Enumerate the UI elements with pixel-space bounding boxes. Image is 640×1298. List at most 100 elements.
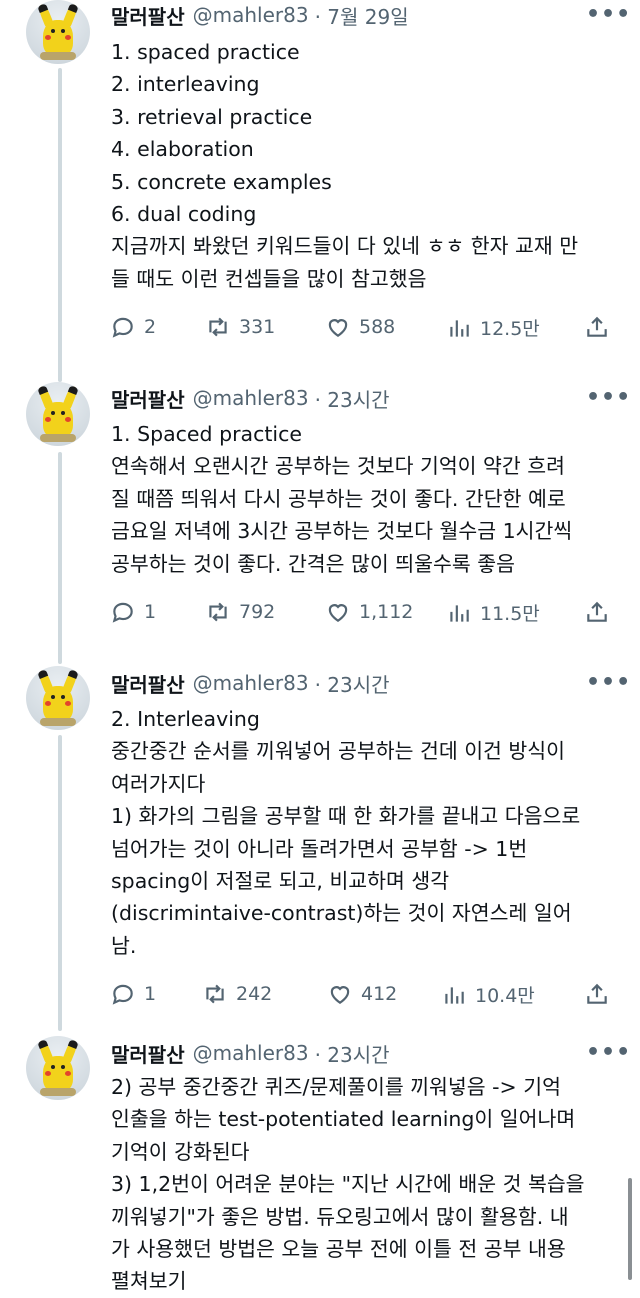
views-icon [445, 986, 464, 1004]
text-line: 끼워넣기"가 좋은 방법. 듀오링고에서 많이 활용함. 내 [111, 1204, 569, 1229]
heart-icon [328, 604, 348, 622]
share-icon [587, 983, 607, 1004]
reply-button[interactable]: 1 [110, 599, 156, 625]
timestamp[interactable]: · 23시간 [315, 384, 390, 413]
text-line: spacing이 저절로 되고, 비교하며 생각 [111, 869, 450, 894]
retweet-icon [209, 602, 227, 622]
text-line: 넘어가는 것이 아니라 돌려가면서 공부함 -> 1번 [111, 836, 528, 861]
text-line: 2. interleaving [111, 72, 260, 97]
timestamp[interactable]: · 23시간 [315, 669, 390, 698]
text-line: 3) 1,2번이 어려운 분야는 "지난 시간에 배운 것 복습을 [111, 1172, 585, 1197]
reply-count: 2 [144, 316, 157, 338]
share-button[interactable] [584, 981, 610, 1007]
action-bar: 1 792 1,112 11.5만 [0, 599, 640, 631]
like-count: 588 [359, 316, 396, 338]
display-name[interactable]: 말러팔산 [111, 1, 185, 30]
tweet-header: 말러팔산 @mahler83 · 7월 29일 [111, 0, 409, 30]
action-bar: 2 331 588 12.5만 [0, 314, 640, 346]
retweet-count: 792 [239, 601, 276, 623]
reply-icon [112, 317, 133, 338]
tweet-text: 1. Spaced practice 연속해서 오랜시간 공부하는 것보다 기억… [111, 418, 616, 580]
tweet-text: 2. Interleaving 중간중간 순서를 끼워넣어 공부하는 건데 이건… [111, 703, 616, 962]
text-line: 연속해서 오랜시간 공부하는 것보다 기억이 약간 흐려 [111, 454, 566, 479]
share-icon [587, 601, 607, 622]
heart-icon [328, 319, 348, 337]
views-button[interactable]: 11.5만 [446, 599, 540, 626]
text-line: 3. retrieval practice [111, 104, 313, 129]
timestamp[interactable]: · 7월 29일 [315, 1, 409, 30]
like-button[interactable]: 588 [325, 314, 395, 340]
view-count: 11.5만 [480, 603, 540, 625]
tweet-text: 1. spaced practice 2. interleaving 3. re… [111, 36, 616, 295]
like-button[interactable]: 412 [327, 981, 397, 1007]
text-line: 공부하는 것이 좋다. 간격은 많이 띄울수록 좋음 [111, 551, 515, 576]
text-line: 여러가지다 [111, 771, 206, 796]
retweet-button[interactable]: 331 [205, 314, 275, 340]
text-line: 2. Interleaving [111, 707, 260, 731]
avatar[interactable] [26, 0, 90, 64]
avatar[interactable] [26, 1036, 90, 1100]
views-button[interactable]: 12.5만 [446, 314, 540, 341]
text-line: 중간중간 순서를 끼워넣어 공부하는 건데 이건 방식이 [111, 739, 566, 764]
avatar[interactable] [26, 666, 90, 730]
reply-count: 1 [144, 601, 157, 623]
text-line: (discrimintaive-contrast)하는 것이 자연스레 일어 [111, 901, 572, 926]
text-line: 6. dual coding [111, 202, 257, 227]
action-bar: 1 242 412 10.4만 [0, 981, 640, 1013]
reply-button[interactable]: 1 [110, 981, 156, 1007]
user-handle[interactable]: @mahler83 [193, 386, 309, 410]
text-line: 인출을 하는 test-potentiated learning이 일어나며 [111, 1107, 576, 1132]
text-line: 4. elaboration [111, 137, 254, 162]
text-line: 1. Spaced practice [111, 422, 302, 446]
text-line: 5. concrete examples [111, 169, 332, 194]
retweet-button[interactable]: 792 [205, 599, 275, 625]
like-button[interactable]: 1,112 [325, 599, 413, 625]
retweet-count: 331 [239, 316, 276, 338]
reply-icon [112, 984, 133, 1005]
reply-count: 1 [144, 983, 157, 1005]
like-count: 1,112 [359, 601, 414, 623]
more-options-icon[interactable]: ••• [586, 2, 631, 27]
text-line: 가 사용했던 방법은 오늘 공부 전에 이틀 전 공부 내용 [111, 1237, 566, 1262]
display-name[interactable]: 말러팔산 [111, 669, 185, 698]
display-name[interactable]: 말러팔산 [111, 1039, 185, 1068]
reply-button[interactable]: 2 [110, 314, 156, 340]
retweet-icon [209, 317, 227, 337]
views-button[interactable]: 10.4만 [441, 981, 535, 1008]
view-count: 10.4만 [475, 985, 535, 1007]
retweet-count: 242 [236, 983, 273, 1005]
view-count: 12.5만 [480, 318, 540, 340]
scrollbar[interactable] [628, 1178, 632, 1280]
reply-icon [112, 602, 133, 623]
like-count: 412 [361, 983, 398, 1005]
text-line: 펼쳐보기 [111, 1269, 187, 1294]
views-icon [450, 604, 469, 622]
user-handle[interactable]: @mahler83 [193, 1041, 309, 1065]
text-line: 금요일 저녁에 3시간 공부하는 것보다 월수금 1시간씩 [111, 519, 573, 544]
more-options-icon[interactable]: ••• [586, 670, 631, 695]
retweet-button[interactable]: 242 [202, 981, 272, 1007]
user-handle[interactable]: @mahler83 [193, 3, 309, 27]
tweet-header: 말러팔산 @mahler83 · 23시간 [111, 383, 390, 413]
text-line: 질 때쯤 띄워서 다시 공부하는 것이 좋다. 간단한 예로 [111, 486, 566, 511]
text-line: 1) 화가의 그림을 공부할 때 한 화가를 끝내고 다음으로 [111, 804, 581, 829]
text-line: 남. [111, 933, 137, 958]
share-button[interactable] [584, 314, 610, 340]
tweet-header: 말러팔산 @mahler83 · 23시간 [111, 668, 390, 698]
more-options-icon[interactable]: ••• [586, 385, 631, 410]
more-options-icon[interactable]: ••• [586, 1040, 631, 1065]
display-name[interactable]: 말러팔산 [111, 384, 185, 413]
text-line: 2) 공부 중간중간 퀴즈/문제풀이를 끼워넣음 -> 기억 [111, 1075, 561, 1099]
views-icon [450, 319, 469, 337]
text-line: 기억이 강화된다 [111, 1139, 250, 1164]
heart-icon [330, 986, 350, 1004]
text-line: 1. spaced practice [111, 40, 300, 64]
avatar[interactable] [26, 382, 90, 446]
share-button[interactable] [584, 599, 610, 625]
text-line: 들 때도 이런 컨셉들을 많이 참고했음 [111, 266, 427, 291]
retweet-icon [206, 984, 224, 1004]
share-icon [587, 316, 607, 337]
tweet-text: 2) 공부 중간중간 퀴즈/문제풀이를 끼워넣음 -> 기억 인출을 하는 te… [111, 1071, 616, 1298]
timestamp[interactable]: · 23시간 [315, 1039, 390, 1068]
user-handle[interactable]: @mahler83 [193, 671, 309, 695]
